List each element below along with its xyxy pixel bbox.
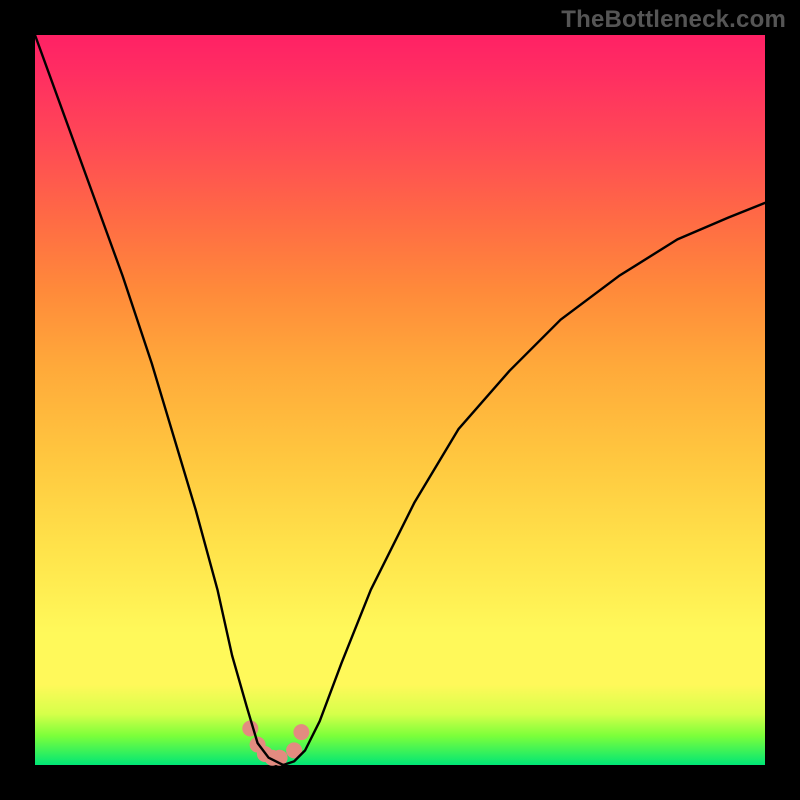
watermark-text: TheBottleneck.com xyxy=(561,6,786,34)
plot-area xyxy=(35,35,765,765)
chart-canvas: TheBottleneck.com xyxy=(0,0,800,800)
